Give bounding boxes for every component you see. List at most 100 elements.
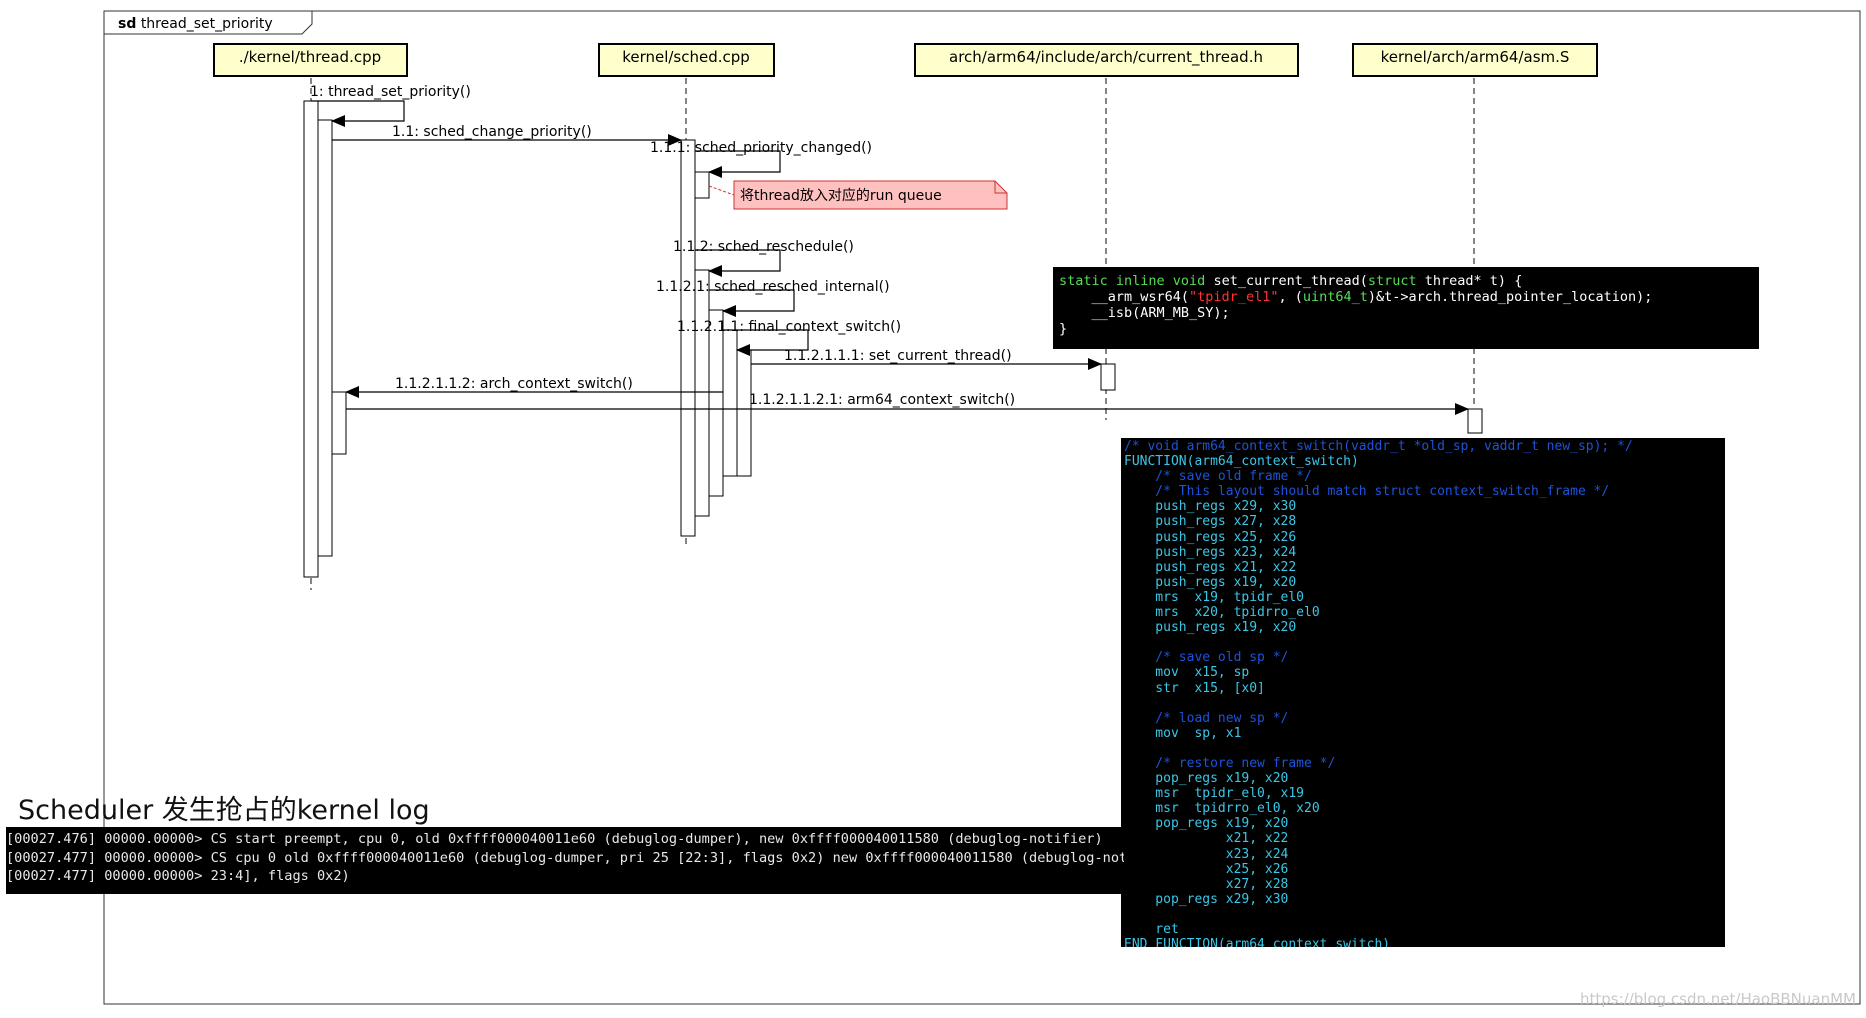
message-label-set-current-thread: 1.1.2.1.1.1: set_current_thread() (784, 348, 1012, 364)
code-token: pop_regs x19, x20 (1124, 816, 1289, 832)
code-token: FUNCTION(arm64_context_switch) (1124, 454, 1359, 470)
code-token: uint64_t (1302, 289, 1368, 305)
log-line: [00027.477] 00000.00000> 23:4], flags 0x… (6, 868, 350, 884)
watermark: https://blog.csdn.net/HaoBBNuanMM (1580, 990, 1856, 1008)
code-line: push_regs x21, x22 (1124, 560, 1725, 575)
code-token: ret (1124, 922, 1179, 937)
message-label-arm64-context-switch: 1.1.2.1.1.2.1: arm64_context_switch() (749, 392, 1015, 408)
frame-label-name: thread_set_priority (141, 16, 273, 32)
log-line: [00027.476] 00000.00000> CS start preemp… (6, 831, 1103, 847)
activation-bar (694, 269, 710, 517)
lifeline-header-thread-cpp: ./kernel/thread.cpp (213, 43, 408, 77)
activation-bar (317, 119, 333, 557)
note-run-queue: 将thread放入对应的run queue (708, 180, 1008, 210)
code-token: push_regs x23, x24 (1124, 544, 1297, 560)
code-token: /* restore new frame */ (1124, 755, 1336, 771)
code-line: mrs x19, tpidr_el0 (1124, 590, 1725, 605)
code-line: msr tpidrro_el0, x20 (1124, 801, 1725, 816)
self-call-loop (311, 100, 405, 127)
kernel-log-title: Scheduler 发生抢占的kernel log (18, 795, 430, 826)
code-line: mrs x20, tpidrro_el0 (1124, 605, 1725, 620)
code-token: x27, x28 (1124, 876, 1289, 892)
activation-bar (1467, 408, 1483, 434)
frame-label-text: sd thread_set_priority (118, 16, 273, 32)
code-token: )&t->arch.thread_pointer_location); (1367, 289, 1653, 305)
code-line: pop_regs x19, x20 (1124, 816, 1725, 831)
code-token: __isb(ARM_MB_SY); (1059, 305, 1230, 321)
code-line: push_regs x23, x24 (1124, 545, 1725, 560)
code-line: END_FUNCTION(arm64_context_switch) (1124, 937, 1725, 947)
code-token: "tpidr_el1" (1189, 289, 1279, 305)
code-line: pop_regs x19, x20 (1124, 771, 1725, 786)
code-line: x27, x28 (1124, 877, 1725, 892)
code-token: mov sp, x1 (1124, 725, 1242, 741)
code-token: /* save old frame */ (1124, 469, 1312, 485)
code-token: x23, x24 (1124, 846, 1289, 862)
message-label-sched-reschedule: 1.1.2: sched_reschedule() (673, 239, 854, 255)
code-token: push_regs x19, x20 (1124, 574, 1297, 590)
code-line: x21, x22 (1124, 831, 1725, 846)
code-line: mov x15, sp (1124, 665, 1725, 680)
code-token: push_regs x19, x20 (1124, 620, 1297, 636)
lifeline-label-thread-cpp: ./kernel/thread.cpp (239, 48, 381, 66)
code-set-current-thread: static inline void set_current_thread(st… (1053, 267, 1759, 349)
message-label-arch-context-switch: 1.1.2.1.1.2: arch_context_switch() (395, 376, 633, 392)
code-line: push_regs x25, x26 (1124, 530, 1725, 545)
activation-bar (722, 329, 738, 477)
code-token: push_regs x25, x26 (1124, 529, 1297, 545)
message-label-sched-change-priority: 1.1: sched_change_priority() (392, 124, 592, 140)
code-line: /* void arm64_context_switch(vaddr_t *ol… (1124, 439, 1725, 454)
code-line: msr tpidr_el0, x19 (1124, 786, 1725, 801)
code-token: } (1059, 321, 1068, 337)
activation-bar (694, 171, 710, 199)
code-token: msr tpidrro_el0, x20 (1124, 801, 1320, 817)
code-line: /* restore new frame */ (1124, 756, 1725, 771)
activation-bar (331, 391, 347, 455)
code-token: push_regs x21, x22 (1124, 559, 1297, 575)
code-line: push_regs x19, x20 (1124, 620, 1725, 635)
code-line: /* save old sp */ (1124, 650, 1725, 665)
note-text: 将thread放入对应的run queue (740, 187, 942, 204)
code-token: END_FUNCTION(arm64_context_switch) (1124, 937, 1391, 947)
code-token: pop_regs x29, x30 (1124, 891, 1289, 907)
code-token: mrs x19, tpidr_el0 (1124, 589, 1305, 605)
activation-bar (680, 139, 696, 537)
code-token: mrs x20, tpidrro_el0 (1124, 605, 1320, 621)
code-line: __arm_wsr64("tpidr_el1", (uint64_t)&t->a… (1059, 289, 1759, 305)
message-label-final-context-switch: 1.1.2.1.1: final_context_switch() (677, 319, 901, 335)
code-line: /* This layout should match struct conte… (1124, 484, 1725, 499)
lifeline-header-current-thread-h: arch/arm64/include/arch/current_thread.h (914, 43, 1299, 77)
kernel-log: [00027.476] 00000.00000> CS start preemp… (6, 827, 1124, 894)
code-token: static inline void (1059, 273, 1214, 289)
code-token: mov x15, sp (1124, 665, 1250, 681)
message-label-sched-resched-internal: 1.1.2.1: sched_resched_internal() (656, 279, 890, 295)
code-line: } (1059, 321, 1759, 337)
code-line: __isb(ARM_MB_SY); (1059, 305, 1759, 321)
lifeline-label-sched-cpp: kernel/sched.cpp (622, 48, 750, 66)
code-token: set_current_thread( (1213, 273, 1368, 289)
code-line: push_regs x19, x20 (1124, 575, 1725, 590)
code-line: push_regs x27, x28 (1124, 514, 1725, 529)
code-token: , ( (1278, 289, 1303, 305)
code-line: /* load new sp */ (1124, 711, 1725, 726)
code-token: x21, x22 (1124, 831, 1289, 847)
sequence-diagram: sd thread_set_priority ./kernel/thread.c… (0, 0, 1866, 1014)
code-token: /* This layout should match struct conte… (1124, 484, 1610, 500)
code-line: ret (1124, 922, 1725, 937)
code-token: str x15, [x0] (1124, 680, 1265, 696)
code-token: push_regs x27, x28 (1124, 514, 1297, 530)
code-token: __arm_wsr64( (1059, 289, 1190, 305)
code-token: thread* t) { (1416, 273, 1523, 289)
code-line: pop_regs x29, x30 (1124, 892, 1725, 907)
code-line: static inline void set_current_thread(st… (1059, 273, 1759, 289)
code-line: FUNCTION(arm64_context_switch) (1124, 454, 1725, 469)
activation-bar (303, 100, 319, 578)
code-line: mov sp, x1 (1124, 726, 1725, 741)
code-line: str x15, [x0] (1124, 681, 1725, 696)
message-label-thread-set-priority: 1: thread_set_priority() (310, 84, 471, 100)
frame-label-kind: sd (118, 16, 136, 32)
